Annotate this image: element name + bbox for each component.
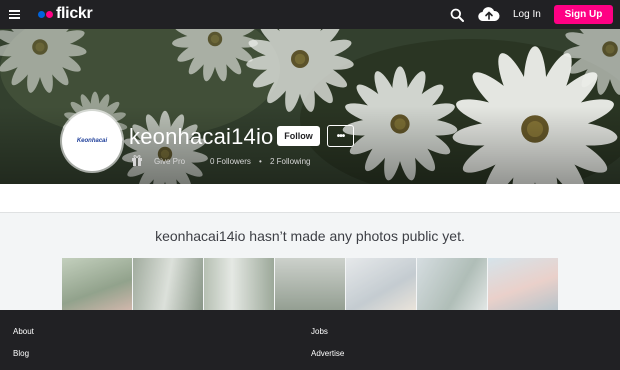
login-link[interactable]: Log In: [513, 9, 541, 20]
footer-link-jobs[interactable]: Jobs: [311, 327, 328, 336]
profile-username: keonhacai14io: [129, 124, 274, 149]
placeholder-photo: [346, 258, 416, 310]
footer-link-about[interactable]: About: [13, 327, 34, 336]
footer-link-blog[interactable]: Blog: [13, 349, 29, 358]
logo-pink-dot: [46, 10, 53, 18]
footer-link-advertise[interactable]: Advertise: [311, 349, 344, 358]
placeholder-photo: [62, 258, 132, 310]
upload-cloud-icon[interactable]: [478, 6, 500, 22]
placeholder-photo: [488, 258, 558, 310]
more-options-button[interactable]: •••: [327, 125, 354, 147]
placeholder-photo: [204, 258, 274, 310]
hamburger-menu-icon[interactable]: [9, 10, 20, 19]
avatar[interactable]: Keonhacai: [62, 111, 122, 171]
placeholder-photo: [417, 258, 487, 310]
avatar-brand-text: Keonhacai: [76, 138, 108, 144]
search-icon[interactable]: [450, 8, 464, 22]
logo-blue-dot: [38, 10, 45, 18]
followers-count[interactable]: 0 Followers: [210, 157, 251, 166]
following-count[interactable]: 2 Following: [270, 157, 310, 166]
gift-icon: [132, 155, 142, 166]
footer: About Jobs Blog Advertise: [0, 310, 620, 370]
flickr-logo[interactable]: flickr: [38, 5, 93, 23]
stats-separator: •: [259, 157, 262, 166]
top-nav-bar: flickr Log In Sign Up: [0, 0, 620, 29]
placeholder-photo-strip: [62, 258, 558, 310]
profile-subnav: [0, 184, 620, 213]
signup-button[interactable]: Sign Up: [554, 5, 613, 24]
empty-photos-message: keonhacai14io hasn’t made any photos pub…: [155, 228, 465, 244]
logo-wordmark: flickr: [56, 5, 93, 22]
placeholder-photo: [133, 258, 203, 310]
placeholder-photo: [275, 258, 345, 310]
give-pro-link[interactable]: Give Pro: [154, 157, 185, 166]
follow-button[interactable]: Follow: [277, 126, 320, 146]
